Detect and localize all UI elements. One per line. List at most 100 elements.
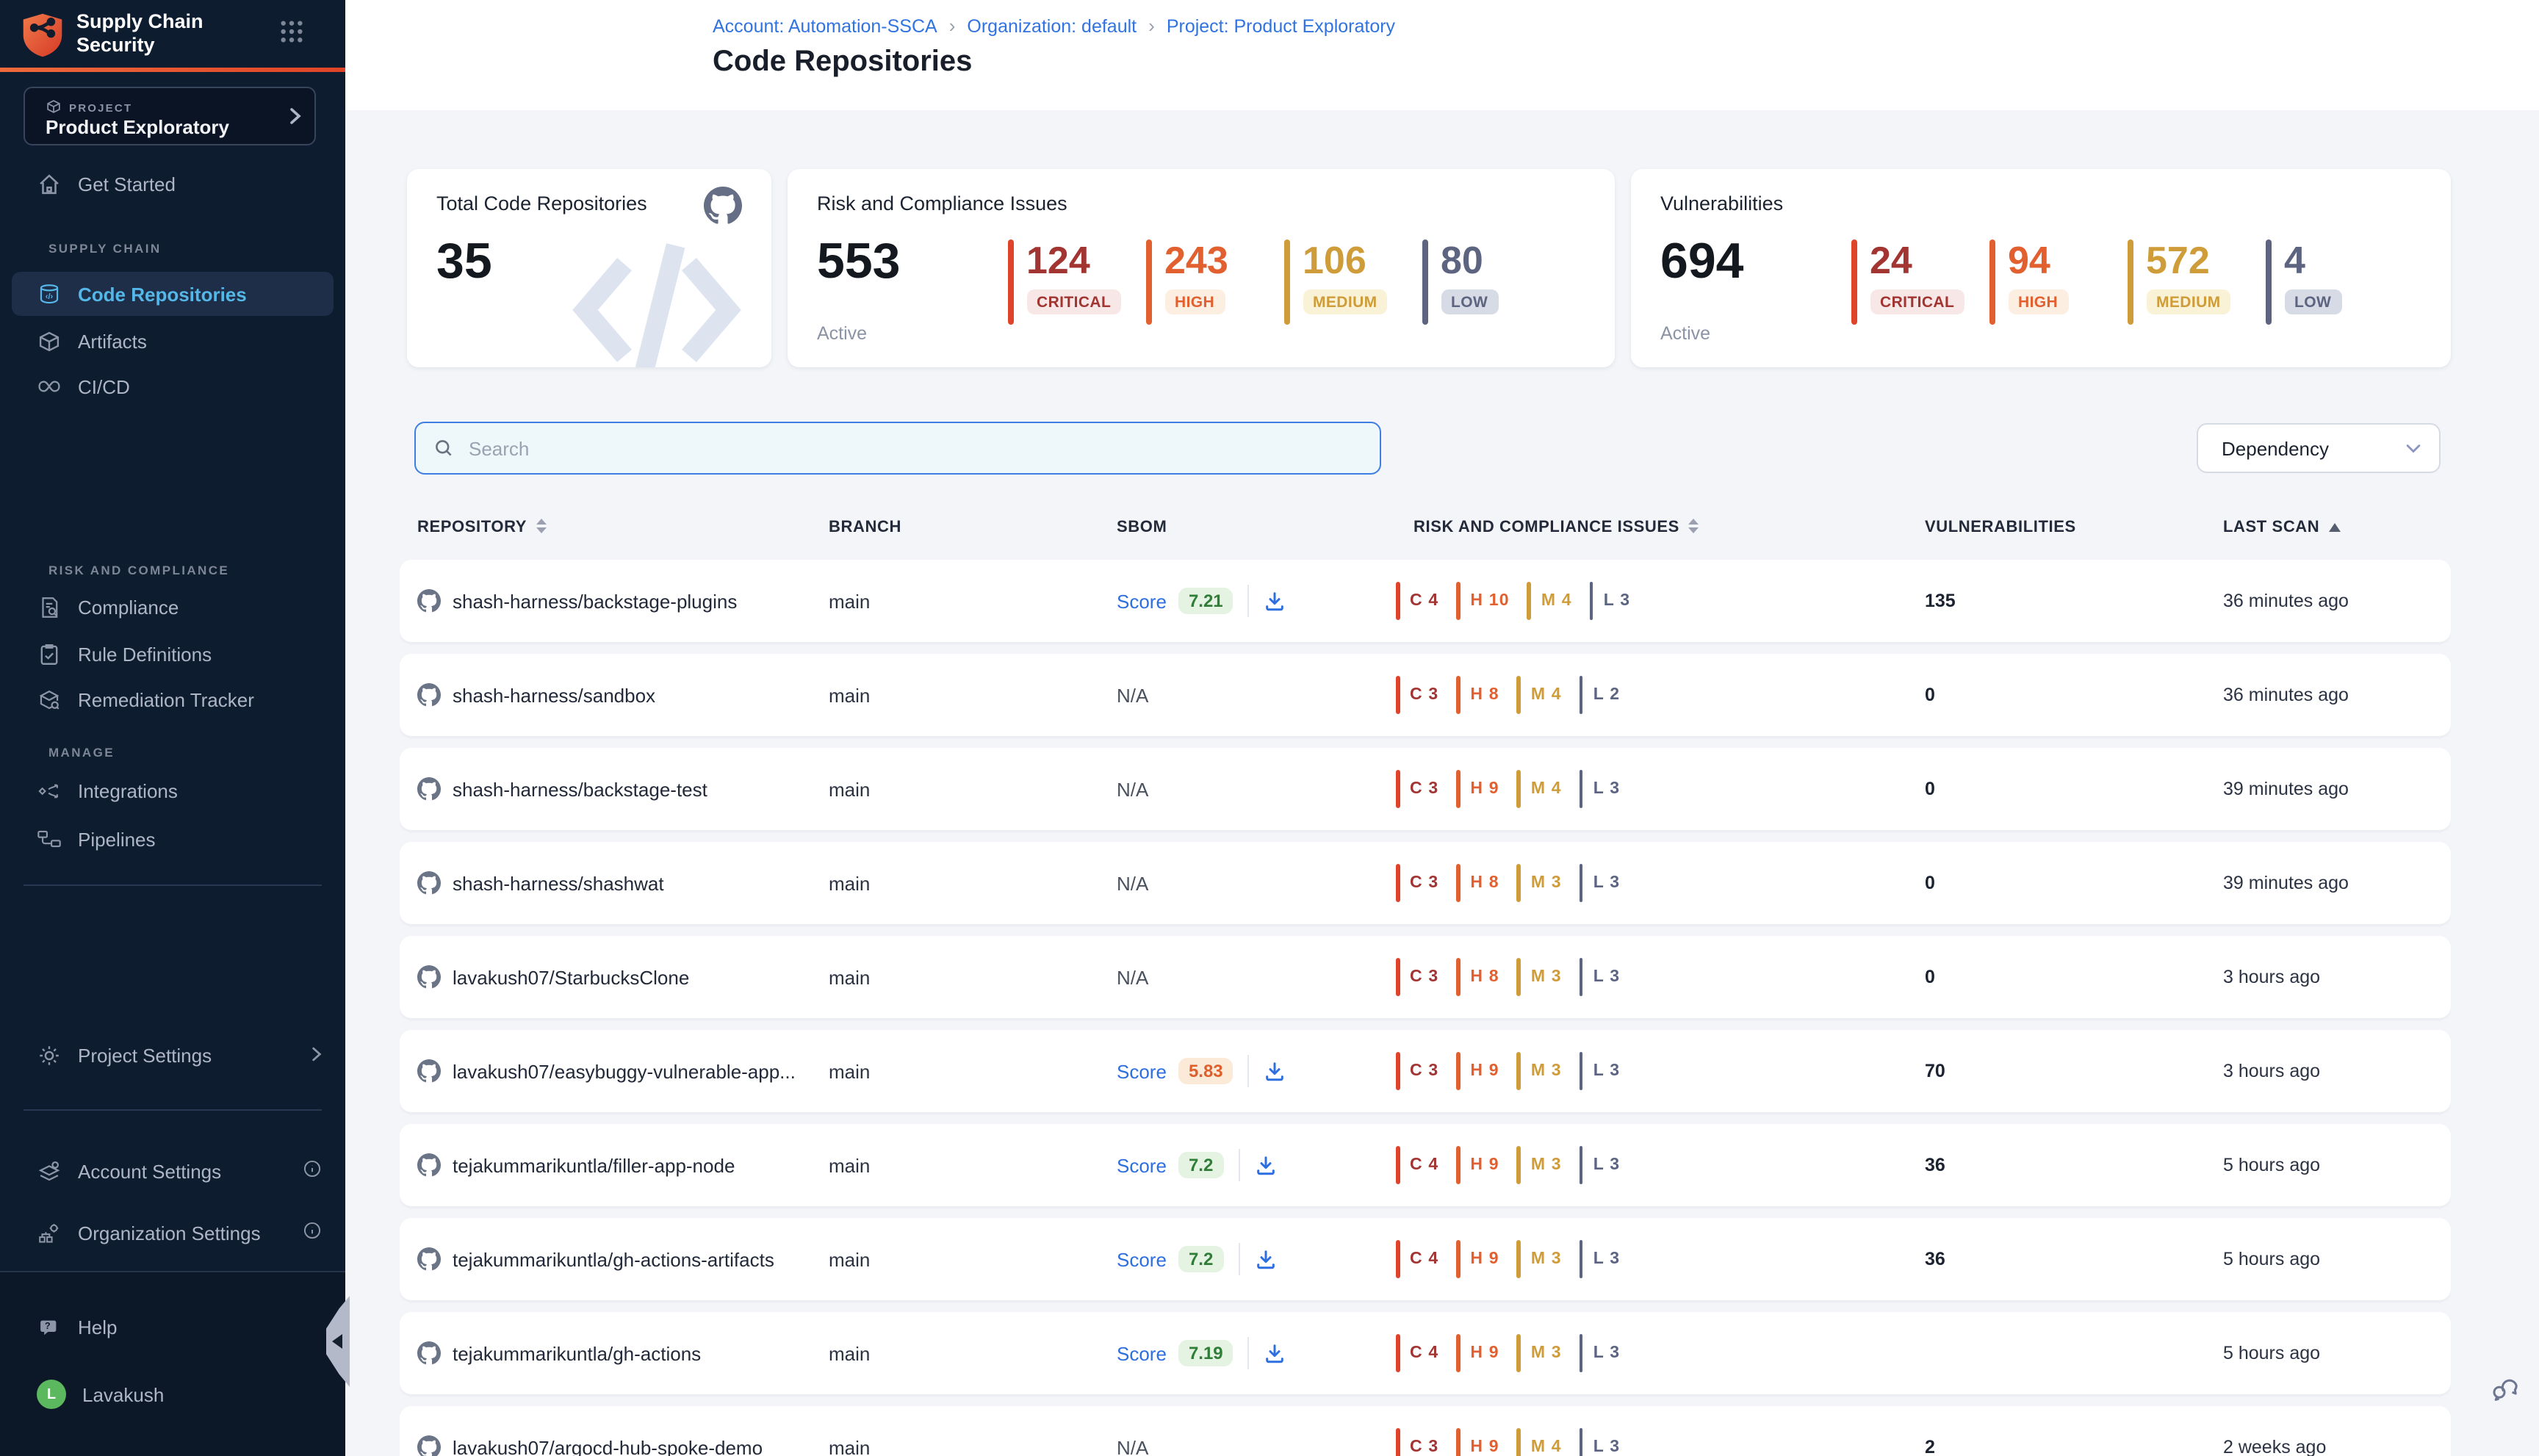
info-icon[interactable] [303,1221,322,1244]
support-chat-icon[interactable] [2489,1372,2521,1412]
repo-name: lavakush07/StarbucksClone [453,966,689,988]
sidebar-item-account-settings[interactable]: Account Settings [0,1150,345,1192]
table-row[interactable]: tejakummarikuntla/gh-actions-artifacts m… [400,1218,2451,1300]
table-row[interactable]: shash-harness/backstage-test main N/A C … [400,748,2451,830]
severity-bar [1396,1146,1400,1184]
sidebar-item-artifacts[interactable]: Artifacts [0,320,345,361]
severity-bar [1517,864,1521,902]
sbom-score-link[interactable]: Score [1117,1342,1167,1364]
total-repositories-card: Total Code Repositories 35 [407,169,771,367]
sidebar-item-get-started[interactable]: Get Started [0,163,345,204]
sidebar-item-help[interactable]: ? Help [0,1306,345,1347]
severity-bar [1517,770,1521,808]
sidebar-item-remediation-tracker[interactable]: Remediation Tracker [0,679,345,720]
sidebar-item-code-repositories[interactable]: ‹/› Code Repositories [12,272,334,316]
branch-name: main [829,1342,1117,1364]
severity-bar [1396,864,1400,902]
download-sbom-button[interactable] [1264,590,1286,612]
info-icon[interactable] [303,1159,322,1183]
risk-medium: M 4 [1517,1428,1562,1456]
severity-count-label: L 3 [1604,592,1630,610]
table-row[interactable]: lavakush07/StarbucksClone main N/A C 3H … [400,936,2451,1018]
risk-high: H 9 [1456,1334,1499,1372]
severity-breakdown: 24CRITICAL94HIGH572MEDIUM4LOW [1851,239,2404,325]
risk-low: L 3 [1580,1240,1620,1278]
sbom-cell: N/A [1117,778,1413,800]
repo-name: shash-harness/backstage-test [453,778,707,800]
column-header-last-scan[interactable]: LAST SCAN [2223,519,2451,536]
risk-critical: C 3 [1396,770,1438,808]
sidebar-item-label: CI/CD [78,375,130,397]
breadcrumb-account-link[interactable]: Account: Automation-SSCA [713,15,937,36]
page-title: Code Repositories [713,46,972,79]
sbom-score-link[interactable]: Score [1117,1060,1167,1082]
breadcrumb-project-link[interactable]: Project: Product Exploratory [1167,15,1395,36]
chevron-right-icon [311,1044,322,1066]
risk-low: L 3 [1580,1146,1620,1184]
project-selector[interactable]: PROJECT Product Exploratory [24,87,316,145]
severity-content: 94HIGH [2008,239,2068,325]
risk-high: H 9 [1456,1052,1499,1090]
sort-ascending-icon [2328,519,2340,536]
severity-count-label: M 3 [1531,874,1562,892]
table-row[interactable]: lavakush07/easybuggy-vulnerable-app... m… [400,1030,2451,1112]
risk-issues-cell: C 3H 9M 3L 3 [1396,1052,1925,1090]
sidebar-item-label: Project Settings [78,1044,212,1066]
sbom-score-link[interactable]: Score [1117,1248,1167,1270]
user-menu[interactable]: L Lavakush [0,1374,345,1415]
severity-count-label: H 9 [1470,1344,1499,1362]
table-row[interactable]: shash-harness/shashwat main N/A C 3H 8M … [400,842,2451,924]
cube-icon [46,98,62,118]
risk-low: L 3 [1580,1428,1620,1456]
sbom-na: N/A [1117,966,1148,988]
download-sbom-button[interactable] [1264,1342,1286,1364]
sidebar-item-integrations[interactable]: Integrations [0,770,345,811]
severity-count-label: C 4 [1410,1156,1438,1174]
sbom-cell: Score7.21 [1117,585,1413,617]
app-grid-icon[interactable] [279,19,304,51]
sbom-score-link[interactable]: Score [1117,590,1167,612]
download-sbom-button[interactable] [1264,1060,1286,1082]
column-header-repository[interactable]: REPOSITORY [417,518,829,537]
sbom-score-link[interactable]: Score [1117,1154,1167,1176]
user-name: Lavakush [82,1383,164,1405]
severity-count-label: L 3 [1593,968,1620,986]
severity-count-label: C 4 [1410,1250,1438,1268]
risk-compliance-card: Risk and Compliance Issues 553 Active 12… [788,169,1615,367]
active-label: Active [817,323,867,344]
sidebar-item-compliance[interactable]: Compliance [0,586,345,627]
app-title: Supply Chain Security [76,10,204,57]
search-input[interactable] [466,436,1380,461]
table-row[interactable]: shash-harness/sandbox main N/A C 3H 8M 4… [400,654,2451,736]
sidebar-divider [24,884,322,886]
nav-section-manage: MANAGE [0,745,345,761]
risk-high: H 8 [1456,958,1499,996]
column-header-risk-issues[interactable]: RISK AND COMPLIANCE ISSUES [1413,518,1925,537]
sidebar-item-pipelines[interactable]: Pipelines [0,818,345,859]
severity-breakdown: 124CRITICAL243HIGH106MEDIUM80LOW [1008,239,1560,325]
search-box [414,422,1381,475]
breadcrumb-organization-link[interactable]: Organization: default [967,15,1137,36]
sidebar-item-rule-definitions[interactable]: Rule Definitions [0,633,345,674]
table-row[interactable]: tejakummarikuntla/gh-actions main Score7… [400,1312,2451,1394]
severity-badge: HIGH [2008,289,2068,314]
document-search-icon [37,594,62,619]
last-scan: 5 hours ago [2223,1343,2451,1363]
total-repositories-value: 35 [436,237,492,286]
download-sbom-button[interactable] [1254,1154,1276,1176]
table-row[interactable]: tejakummarikuntla/filler-app-node main S… [400,1124,2451,1206]
table-row[interactable]: lavakush07/argocd-hub-spoke-demo main N/… [400,1406,2451,1456]
app-window: Supply Chain Security PROJECT [0,0,2539,1456]
severity-count-label: L 3 [1593,874,1620,892]
repo-name: tejakummarikuntla/filler-app-node [453,1154,735,1176]
table-row[interactable]: shash-harness/backstage-plugins main Sco… [400,560,2451,642]
github-icon [417,965,441,989]
sidebar-item-project-settings[interactable]: Project Settings [0,1034,345,1075]
download-sbom-button[interactable] [1254,1248,1276,1270]
dependency-filter-dropdown[interactable]: Dependency [2197,423,2441,473]
sidebar-item-cicd[interactable]: CI/CD [0,366,345,407]
branch-name: main [829,1248,1117,1270]
severity-count-label: M 3 [1531,968,1562,986]
severity-count-label: M 4 [1541,592,1572,610]
sidebar-item-organization-settings[interactable]: Organization Settings [0,1212,345,1253]
